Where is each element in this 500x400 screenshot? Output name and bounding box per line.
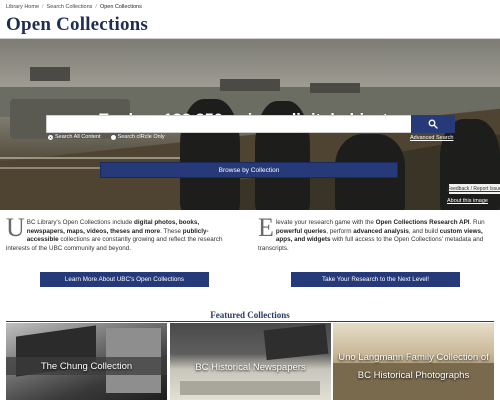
breadcrumb-search-collections[interactable]: Search Collections: [47, 4, 93, 10]
intro-text: , perform: [326, 227, 354, 235]
breadcrumb-separator: /: [42, 4, 44, 10]
search-icon: [428, 119, 438, 129]
tile-label-line: BC Historical Photographs: [357, 370, 470, 381]
breadcrumb-library-home[interactable]: Library Home: [6, 4, 39, 10]
featured-tile-chung[interactable]: The Chung Collection: [6, 323, 167, 400]
radio-label: Search All Content: [55, 134, 101, 140]
radio-label: Search cIRcle Only: [117, 134, 165, 140]
dropcap: U: [6, 213, 25, 242]
radio-search-all[interactable]: Search All Content: [48, 134, 101, 140]
breadcrumb-separator: /: [95, 4, 97, 10]
intro-api-text: Elevate your research game with the Open…: [258, 213, 494, 253]
featured-tile-langmann[interactable]: Uno Langmann Family Collection of BC His…: [333, 323, 494, 400]
tile-label: The Chung Collection: [40, 361, 133, 372]
browse-by-collection-button[interactable]: Browse by Collection: [100, 162, 398, 178]
intro-text-bold: powerful queries: [275, 227, 327, 235]
tile-label-line: Uno Langmann Family Collection of: [338, 352, 489, 363]
hero-image-ship: [220, 79, 280, 91]
hero-image-ship: [30, 67, 70, 81]
hero-image-ship: [310, 83, 360, 93]
intro-text: , and build: [408, 227, 440, 235]
dropcap: E: [258, 213, 274, 242]
breadcrumb: Library Home / Search Collections / Open Col…: [6, 4, 142, 10]
advanced-search-link[interactable]: Advanced Search: [410, 135, 453, 141]
radio-search-circle[interactable]: Search cIRcle Only: [110, 134, 165, 140]
intro-text: BC Library's Open Collections include: [26, 219, 135, 226]
intro-text: . Run: [469, 219, 485, 226]
about-this-image-link[interactable]: About this image: [447, 198, 488, 204]
tile-image-newsprint: [180, 381, 320, 395]
radio-indicator: [48, 134, 53, 140]
intro-text-bold: advanced analysis: [353, 227, 409, 235]
featured-divider: [6, 321, 494, 322]
tile-image-masthead: [263, 323, 329, 361]
learn-more-button[interactable]: Learn More About UBC's Open Collections: [40, 272, 209, 287]
intro-collections-text: U BC Library's Open Collections include d…: [6, 213, 231, 253]
featured-tile-newspapers[interactable]: BC Historical Newspapers: [170, 323, 331, 400]
breadcrumb-current: Open Collections: [99, 4, 142, 10]
intro-text-bold: Open Collections Research API: [375, 219, 470, 226]
featured-collections-heading: Featured Collections: [210, 310, 290, 320]
search-scope-options: Search All Content Search cIRcle Only: [48, 134, 165, 140]
search-input[interactable]: [46, 115, 431, 133]
feedback-report-issue-button[interactable]: Feedback / Report Issue: [447, 184, 500, 194]
research-api-button[interactable]: Take Your Research to the Next Level!: [291, 272, 460, 287]
hero-image-rail: [0, 157, 180, 159]
tile-label: BC Historical Newspapers: [195, 362, 306, 373]
radio-indicator: [110, 134, 116, 140]
search-button[interactable]: [411, 115, 455, 133]
page-title: Open Collections: [6, 14, 149, 35]
intro-text: . These: [160, 227, 183, 235]
intro-text: levate your research game with the: [275, 219, 376, 226]
